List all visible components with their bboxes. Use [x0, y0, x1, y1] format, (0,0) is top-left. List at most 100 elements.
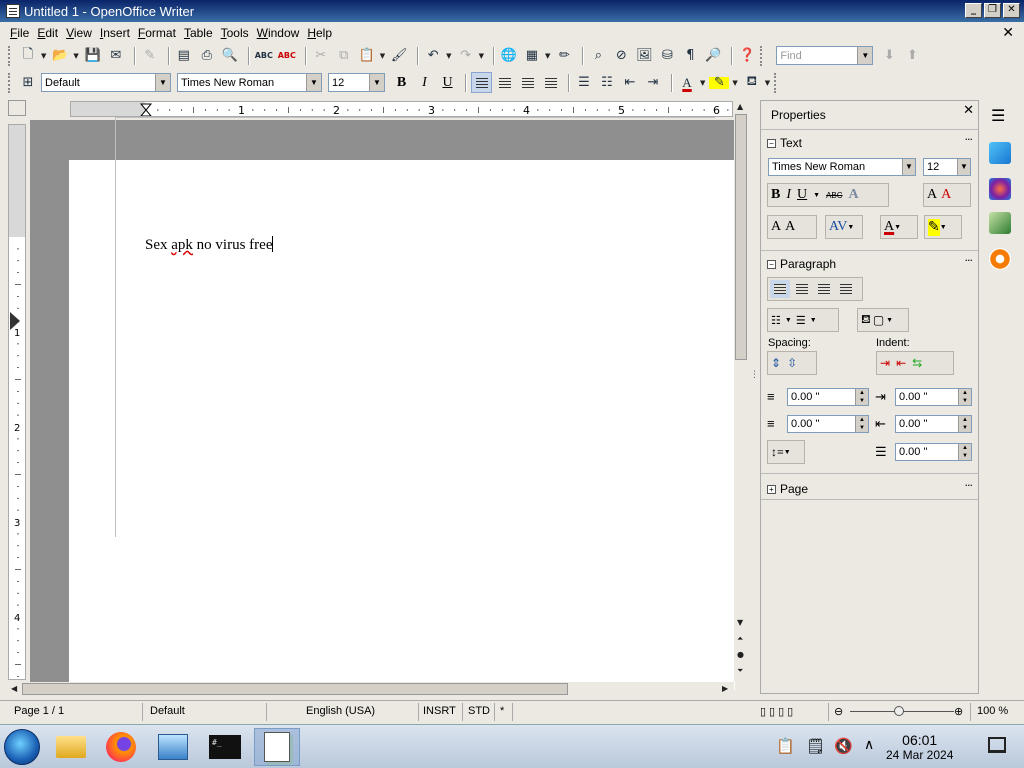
text-section-toggle[interactable]: − Text	[767, 136, 802, 150]
view-layout-icons[interactable]: ▯▯▯▯	[760, 705, 796, 718]
firefox-task[interactable]	[98, 728, 144, 766]
menu-file[interactable]: File	[6, 26, 33, 40]
bullets-icon[interactable]: ☷	[771, 314, 781, 327]
menu-edit[interactable]: Edit	[33, 26, 62, 40]
align-left-button[interactable]	[471, 72, 492, 93]
font-size-select[interactable]: 12 ▼	[328, 73, 385, 92]
close-window-button[interactable]: ✕	[1003, 3, 1020, 18]
find-replace-icon[interactable]: ⌕	[588, 46, 608, 66]
more-options-icon[interactable]: ···	[965, 479, 973, 492]
hanging-indent-icon[interactable]: ⇆	[912, 356, 922, 371]
close-document-icon[interactable]: ✕	[1002, 25, 1014, 41]
gallery-deck-icon[interactable]	[989, 212, 1011, 234]
hyperlink-icon[interactable]: 🌐	[499, 46, 519, 66]
formatting-marks-icon[interactable]: ¶	[680, 46, 700, 66]
tab-type-selector[interactable]	[8, 100, 26, 116]
vertical-ruler[interactable]: 1234	[8, 124, 26, 680]
align-right-icon[interactable]	[818, 284, 830, 294]
chevron-down-icon[interactable]: ▼	[902, 159, 915, 175]
decrease-indent-icon[interactable]: ⇤	[896, 356, 906, 371]
language-indicator[interactable]: English (USA)	[306, 705, 375, 717]
increase-font-icon[interactable]: A	[927, 187, 937, 203]
scroll-down-icon[interactable]: ▼	[737, 618, 743, 627]
background-color-icon[interactable]: ⛾	[742, 73, 762, 93]
scroll-left-icon[interactable]: ◀	[11, 684, 17, 693]
above-spacing-input[interactable]: 0.00 " ▲ ▼	[787, 388, 869, 406]
align-center-button[interactable]	[494, 72, 515, 93]
zoom-out-icon[interactable]: ⊖	[834, 705, 843, 718]
align-left-icon[interactable]	[770, 280, 790, 298]
numbering-icon[interactable]: ☰	[796, 314, 806, 327]
increase-indent-icon[interactable]: ⇥	[880, 356, 890, 371]
properties-deck-icon[interactable]	[989, 142, 1011, 164]
cut-icon[interactable]: ✂	[311, 46, 331, 66]
restore-button[interactable]: ❐	[984, 3, 1001, 18]
shadow-icon[interactable]: A	[849, 187, 859, 203]
first-line-indent-input[interactable]: 0.00 " ▲ ▼	[895, 443, 972, 461]
italic-icon[interactable]: I	[786, 187, 791, 203]
chevron-down-icon[interactable]: ▼	[857, 47, 873, 64]
more-options-icon[interactable]: ···	[965, 254, 973, 267]
copy-icon[interactable]: ⧉	[334, 46, 354, 66]
scroll-right-icon[interactable]: ▶	[722, 684, 728, 693]
next-page-icon[interactable]: ⏷	[737, 666, 743, 676]
autospellcheck-icon[interactable]: ABC	[277, 46, 297, 66]
more-options-icon[interactable]: ···	[965, 133, 973, 146]
previous-page-icon[interactable]: ⏶	[737, 634, 743, 644]
underline-icon[interactable]: U	[797, 187, 807, 203]
character-spacing-button[interactable]: AV ▼	[825, 215, 863, 239]
sidebar-highlight-button[interactable]: ✎ ▼	[924, 215, 962, 239]
menu-table[interactable]: Table	[180, 26, 217, 40]
sidebar-font-color-button[interactable]: A ▼	[880, 215, 918, 239]
clone-formatting-icon[interactable]: 🖌	[389, 46, 409, 66]
help-icon[interactable]: ❓	[737, 46, 757, 66]
navigator-deck-icon[interactable]	[989, 248, 1011, 270]
highlighting-icon[interactable]: ✎	[709, 75, 730, 90]
increase-indent-icon[interactable]: ⇥	[643, 73, 663, 93]
chevron-up-icon[interactable]: ∧	[864, 737, 874, 753]
control-panel-task[interactable]	[150, 728, 196, 766]
table-icon[interactable]: ▦	[522, 46, 542, 66]
horizontal-scroll-thumb[interactable]	[22, 683, 568, 695]
bold-icon[interactable]: B	[771, 187, 780, 203]
decrease-spacing-icon[interactable]: ⇳	[787, 356, 797, 371]
superscript-icon[interactable]: A	[771, 219, 781, 235]
align-center-icon[interactable]	[796, 284, 808, 294]
bold-button[interactable]: B	[391, 72, 412, 93]
spin-icon[interactable]: ▲ ▼	[958, 416, 971, 432]
paste-icon[interactable]: 📋	[357, 46, 377, 66]
bullets-icon[interactable]: ☷	[597, 73, 617, 93]
new-document-icon[interactable]: 🗋	[18, 46, 38, 66]
zoom-level[interactable]: 100 %	[977, 705, 1008, 717]
chevron-down-icon[interactable]: ▼	[306, 74, 321, 91]
page-section-toggle[interactable]: + Page	[767, 482, 808, 496]
spellcheck-icon[interactable]: ABC	[254, 46, 274, 66]
menu-icon[interactable]: ☰	[991, 106, 1005, 125]
spin-icon[interactable]: ▲ ▼	[855, 389, 868, 405]
email-icon[interactable]: ✉	[106, 46, 126, 66]
misspelled-word[interactable]: apk	[171, 237, 193, 253]
decrease-font-icon[interactable]: A	[941, 187, 951, 203]
spin-icon[interactable]: ▲ ▼	[855, 416, 868, 432]
system-clock[interactable]: 06:01 24 Mar 2024	[886, 732, 953, 762]
print-icon[interactable]: ⎙	[197, 46, 217, 66]
below-spacing-input[interactable]: 0.00 " ▲ ▼	[787, 415, 869, 433]
menu-window[interactable]: Window	[253, 26, 304, 40]
save-icon[interactable]: 💾	[83, 46, 103, 66]
underline-dropdown-icon[interactable]: ▼	[813, 191, 820, 199]
sidebar-collapse-handle[interactable]: ⋮	[750, 370, 759, 380]
menu-view[interactable]: View	[62, 26, 96, 40]
numbering-icon[interactable]: ☰	[574, 73, 594, 93]
page-preview-icon[interactable]: 🔍	[220, 46, 240, 66]
justify-button[interactable]	[540, 72, 561, 93]
undo-icon[interactable]: ↶	[423, 46, 443, 66]
horizontal-scrollbar[interactable]: ◀ ▶	[8, 682, 734, 696]
document-text[interactable]: Sex apk no virus free	[145, 236, 274, 254]
redo-icon[interactable]: ↷	[456, 46, 476, 66]
increase-spacing-icon[interactable]: ⇕	[771, 356, 781, 371]
subscript-icon[interactable]: A	[785, 219, 795, 235]
find-next-icon[interactable]: ⬇	[879, 46, 899, 66]
scroll-up-icon[interactable]: ▲	[737, 102, 743, 111]
chevron-down-icon[interactable]: ▼	[957, 159, 970, 175]
insert-mode-indicator[interactable]: INSRT	[423, 705, 456, 717]
